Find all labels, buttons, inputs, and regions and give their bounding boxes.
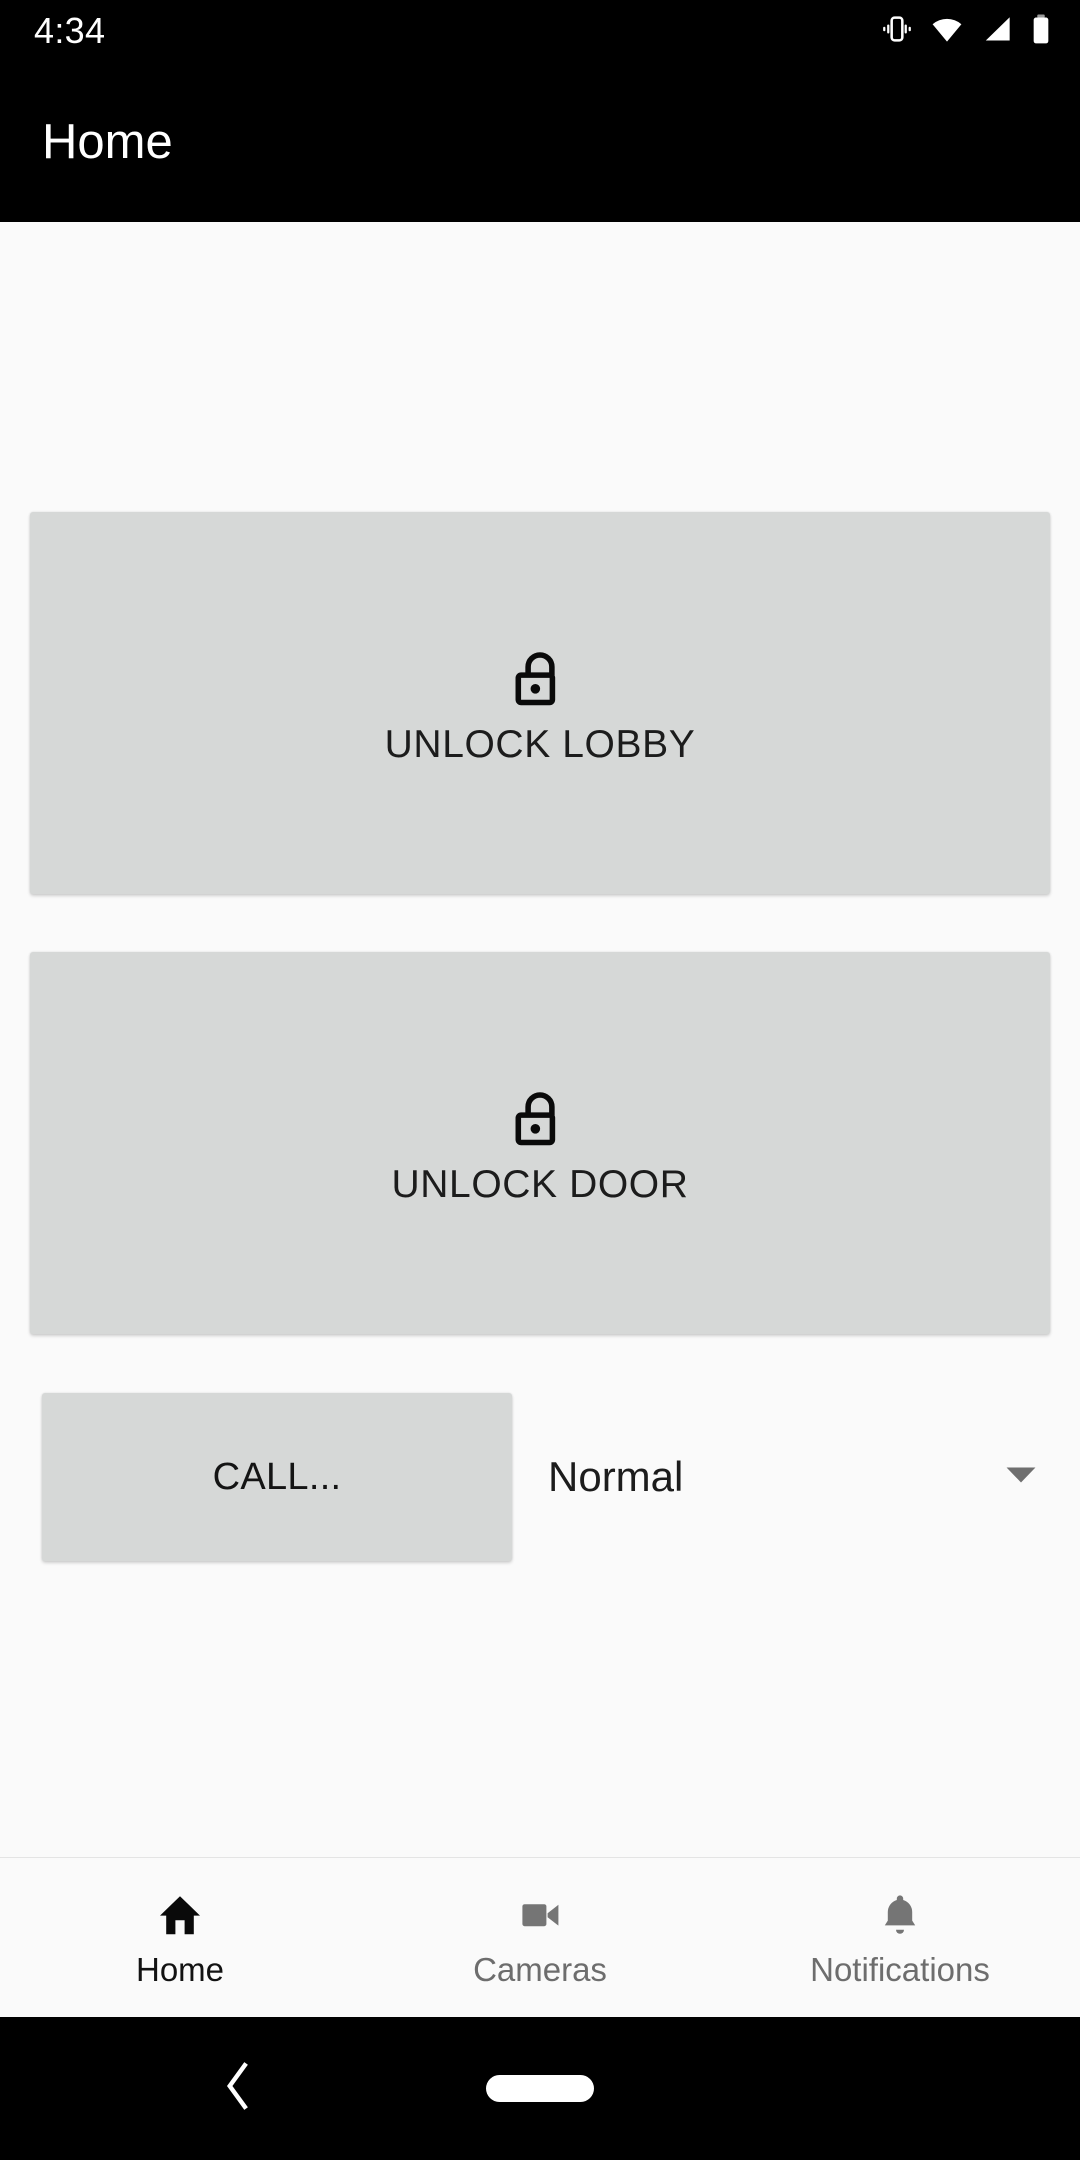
nav-tab-notifications[interactable]: Notifications <box>720 1858 1080 2017</box>
battery-icon <box>1030 13 1052 50</box>
home-icon <box>156 1890 204 1940</box>
vibrate-icon <box>881 13 913 50</box>
unlock-door-label: UNLOCK DOOR <box>391 1162 689 1206</box>
bottom-navigation-bar: Home Cameras Notifications <box>0 1857 1080 2017</box>
call-button-label: CALL... <box>212 1456 342 1498</box>
call-row: CALL... Normal <box>0 1388 1080 1566</box>
call-button[interactable]: CALL... <box>42 1393 512 1561</box>
main-content: UNLOCK LOBBY UNLOCK DOOR CALL... Normal <box>0 222 1080 1857</box>
page-title: Home <box>42 114 173 169</box>
system-navigation-bar <box>0 2017 1080 2160</box>
nav-tab-home[interactable]: Home <box>0 1858 360 2017</box>
status-bar-clock: 4:34 <box>34 10 106 51</box>
nav-tab-home-label: Home <box>135 1950 225 1988</box>
call-mode-value: Normal <box>548 1453 684 1500</box>
cellular-signal-icon <box>981 13 1013 50</box>
phone-screen: 4:34 Home UNLOCK LOBBY UNLOCK DOOR CALL.… <box>0 0 1080 2160</box>
video-camera-icon <box>516 1890 564 1940</box>
unlock-icon <box>504 643 576 715</box>
back-chevron-icon[interactable] <box>218 2060 256 2117</box>
chevron-down-icon <box>1004 1463 1038 1492</box>
unlock-door-button[interactable]: UNLOCK DOOR <box>30 952 1050 1334</box>
unlock-icon <box>504 1083 576 1155</box>
nav-tab-cameras[interactable]: Cameras <box>360 1858 720 2017</box>
app-bar: Home <box>0 62 1080 222</box>
call-mode-spinner[interactable]: Normal <box>548 1393 1080 1561</box>
home-pill-handle[interactable] <box>486 2075 594 2102</box>
wifi-icon <box>930 13 964 50</box>
status-bar-icons <box>881 13 1052 50</box>
status-bar: 4:34 <box>0 0 1080 62</box>
bell-icon <box>876 1890 924 1940</box>
unlock-lobby-label: UNLOCK LOBBY <box>384 722 696 766</box>
nav-tab-notifications-label: Notifications <box>810 1950 990 1988</box>
nav-tab-cameras-label: Cameras <box>473 1950 607 1988</box>
unlock-lobby-button[interactable]: UNLOCK LOBBY <box>30 512 1050 894</box>
